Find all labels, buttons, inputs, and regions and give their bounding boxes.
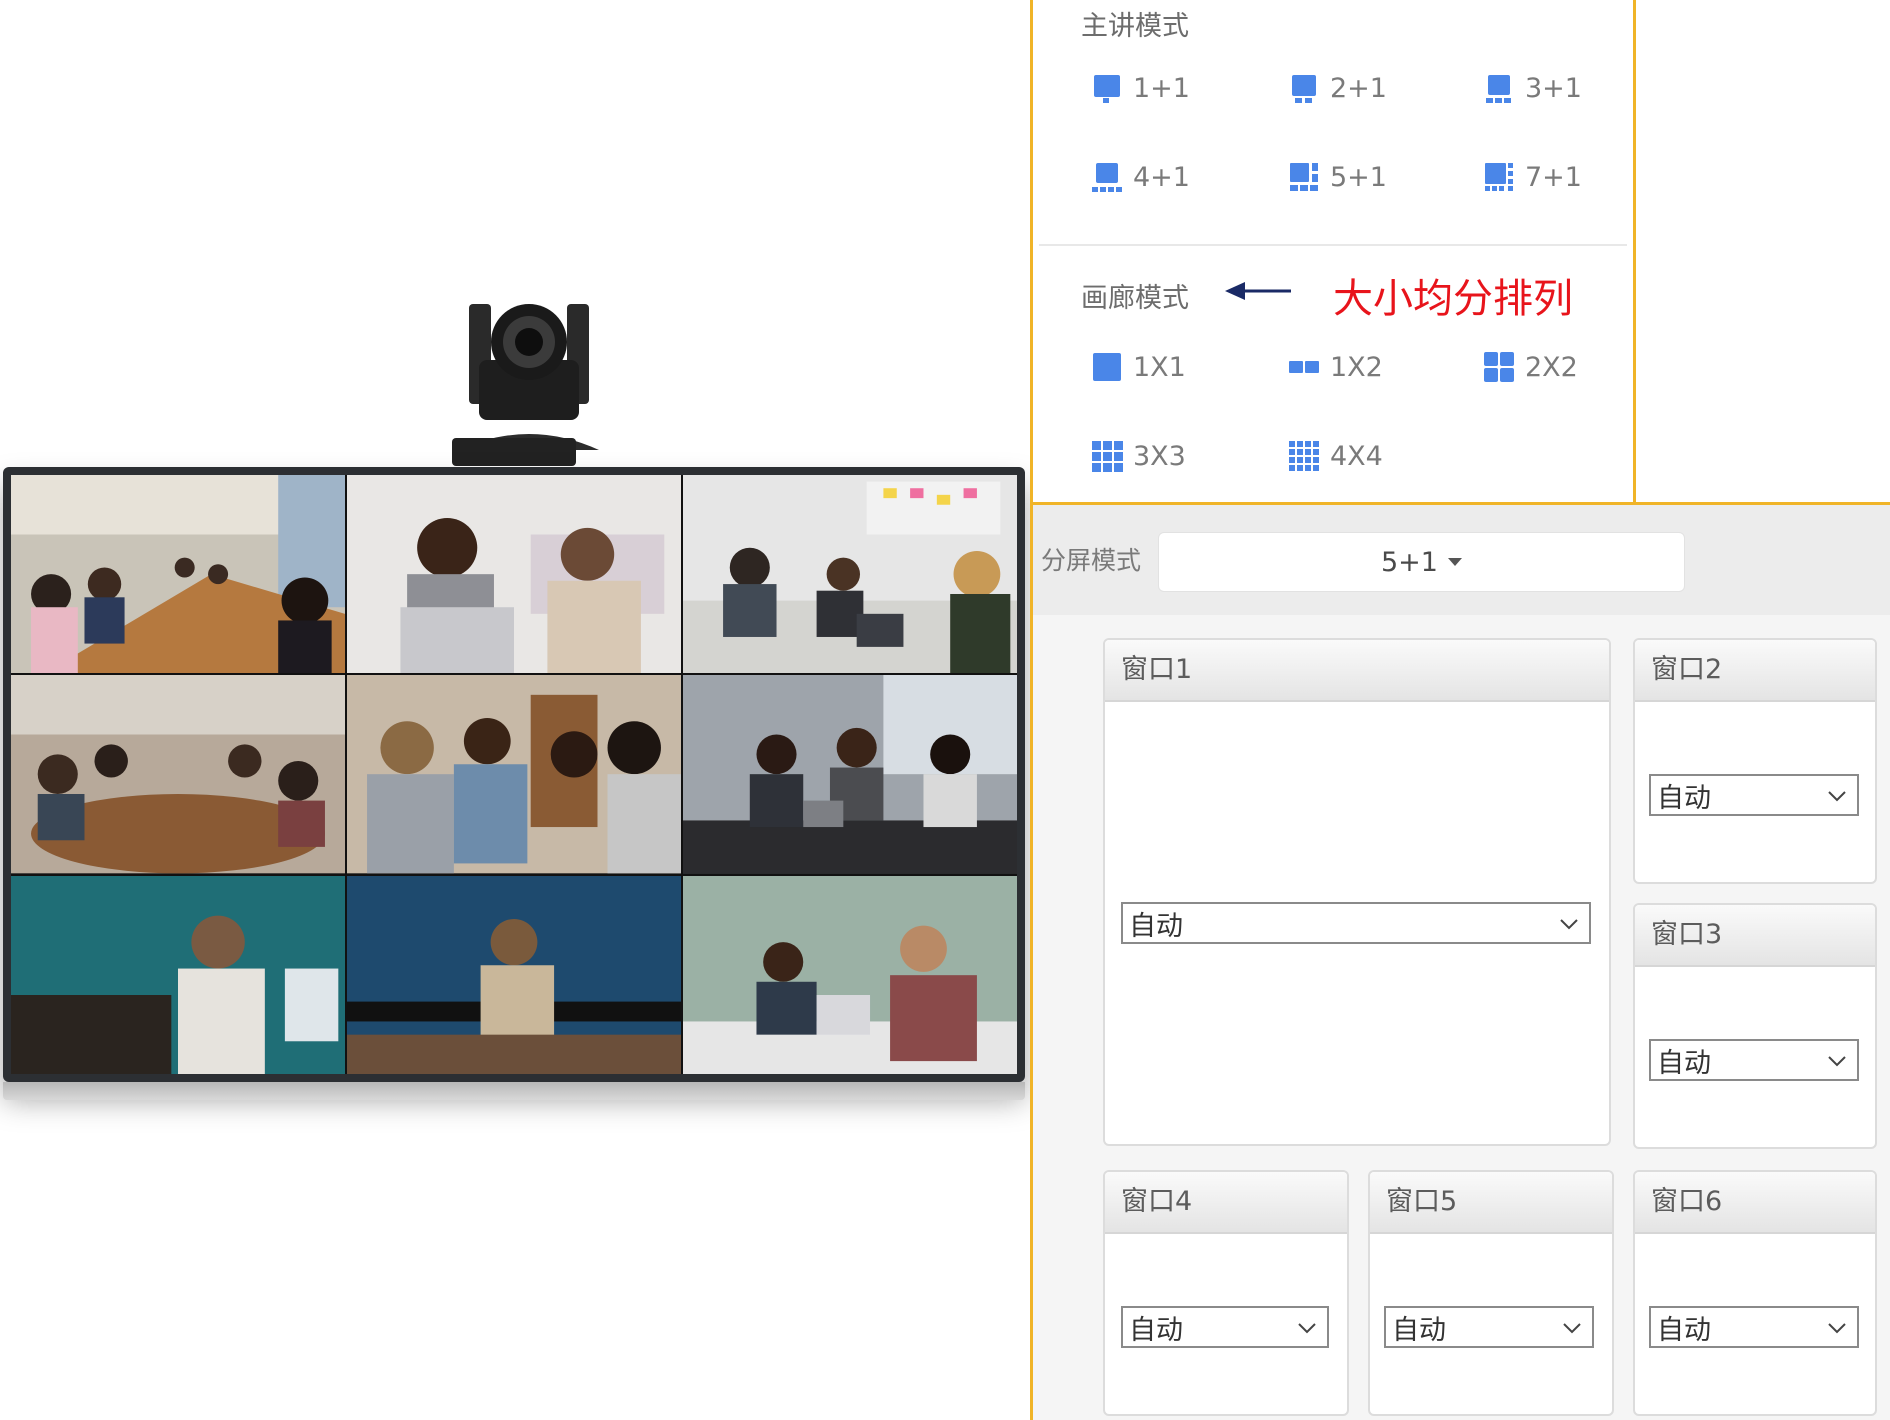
- presenter-option-1plus1[interactable]: 1+1: [1091, 72, 1190, 104]
- presenter-option-label: 4+1: [1133, 161, 1190, 193]
- window-title: 窗口3: [1635, 905, 1875, 967]
- window-3-source-select[interactable]: 自动: [1649, 1039, 1859, 1081]
- window-title: 窗口6: [1635, 1172, 1875, 1234]
- arrow-left-icon: [1223, 276, 1293, 306]
- window-source-value: 自动: [1129, 910, 1183, 942]
- presenter-option-label: 7+1: [1525, 161, 1582, 193]
- ptz-camera: [449, 300, 629, 470]
- window-source-value: 自动: [1657, 1314, 1711, 1346]
- window-2-source-select[interactable]: 自动: [1649, 774, 1859, 816]
- presenter-mode-title: 主讲模式: [1081, 11, 1189, 42]
- chevron-down-icon: [1828, 1056, 1846, 1067]
- window-2-panel: 窗口2 自动: [1633, 638, 1877, 884]
- video-tile-boardroom: [11, 475, 345, 674]
- window-5-source-select[interactable]: 自动: [1384, 1306, 1594, 1348]
- window-3-panel: 窗口3 自动: [1633, 903, 1877, 1149]
- chevron-down-icon: [1560, 919, 1578, 930]
- gallery-mode-title: 画廊模式: [1081, 283, 1189, 314]
- gallery-option-label: 4X4: [1330, 440, 1383, 472]
- chevron-down-icon: [1298, 1323, 1316, 1334]
- split-screen-label: 分屏模式: [1041, 546, 1142, 575]
- caret-down-icon: [1447, 558, 1462, 566]
- window-1-panel: 窗口1 自动: [1103, 638, 1611, 1146]
- gallery-option-label: 3X3: [1133, 440, 1186, 472]
- layout-4plus1-icon: [1092, 163, 1122, 192]
- presenter-option-label: 2+1: [1330, 72, 1387, 104]
- layout-7plus1-icon: [1485, 163, 1513, 191]
- layout-mode-panel: 主讲模式 1+1 2+1 3+1 4+1 5+1 7+1 画廊模式 大小均分排列…: [1030, 0, 1636, 505]
- gallery-option-2x2[interactable]: 2X2: [1483, 351, 1578, 383]
- window-4-panel: 窗口4 自动: [1103, 1170, 1349, 1416]
- gallery-option-label: 1X1: [1133, 351, 1186, 383]
- gallery-option-3x3[interactable]: 3X3: [1091, 440, 1186, 472]
- video-tile-speaker-teal: [11, 875, 345, 1074]
- video-tile-two-people-laptop: [347, 475, 681, 674]
- presenter-option-7plus1[interactable]: 7+1: [1483, 161, 1582, 193]
- window-source-value: 自动: [1129, 1314, 1183, 1346]
- presenter-option-label: 1+1: [1133, 72, 1190, 104]
- layout-3plus1-icon: [1486, 75, 1511, 103]
- window-title: 窗口2: [1635, 640, 1875, 702]
- window-6-source-select[interactable]: 自动: [1649, 1306, 1859, 1348]
- video-tile-two-men-laptop: [683, 875, 1017, 1074]
- presenter-option-4plus1[interactable]: 4+1: [1091, 161, 1190, 193]
- split-screen-panel: 分屏模式 5+1 窗口1 自动 窗口2 自动 窗口3 自动 窗口4 自动 窗口5…: [1030, 502, 1890, 1420]
- video-tile-speaker-blue: [347, 875, 681, 1074]
- grid-3x3-icon: [1092, 441, 1123, 472]
- grid-1x2-icon: [1289, 361, 1319, 373]
- window-4-source-select[interactable]: 自动: [1121, 1306, 1329, 1348]
- grid-2x2-icon: [1484, 352, 1514, 382]
- chevron-down-icon: [1828, 1323, 1846, 1334]
- section-divider: [1039, 244, 1627, 246]
- split-screen-header: 分屏模式 5+1: [1033, 505, 1890, 615]
- grid-4x4-icon: [1289, 441, 1319, 471]
- layout-5plus1-icon: [1290, 163, 1318, 191]
- window-source-value: 自动: [1657, 782, 1711, 814]
- presenter-option-3plus1[interactable]: 3+1: [1483, 72, 1582, 104]
- window-1-source-select[interactable]: 自动: [1121, 902, 1591, 944]
- window-title: 窗口5: [1370, 1172, 1612, 1234]
- gallery-option-label: 2X2: [1525, 351, 1578, 383]
- window-source-value: 自动: [1657, 1047, 1711, 1079]
- gallery-mode-note: 大小均分排列: [1333, 276, 1573, 322]
- gallery-option-1x1[interactable]: 1X1: [1091, 351, 1186, 383]
- window-5-panel: 窗口5 自动: [1368, 1170, 1614, 1416]
- chevron-down-icon: [1828, 791, 1846, 802]
- split-screen-value: 5+1: [1381, 546, 1438, 578]
- presenter-option-5plus1[interactable]: 5+1: [1288, 161, 1387, 193]
- window-title: 窗口4: [1105, 1172, 1347, 1234]
- split-screen-dropdown[interactable]: 5+1: [1158, 532, 1685, 592]
- video-tile-laptop-team: [683, 675, 1017, 874]
- presenter-option-label: 3+1: [1525, 72, 1582, 104]
- chevron-down-icon: [1563, 1323, 1581, 1334]
- layout-2plus1-icon: [1292, 75, 1316, 103]
- presenter-option-label: 5+1: [1330, 161, 1387, 193]
- window-title: 窗口1: [1105, 640, 1609, 702]
- display-monitor: [3, 467, 1025, 1100]
- gallery-option-1x2[interactable]: 1X2: [1288, 351, 1383, 383]
- grid-1x1-icon: [1093, 353, 1121, 381]
- monitor-bezel-bottom: [3, 1082, 1025, 1100]
- window-6-panel: 窗口6 自动: [1633, 1170, 1877, 1416]
- presenter-option-2plus1[interactable]: 2+1: [1288, 72, 1387, 104]
- gallery-option-4x4[interactable]: 4X4: [1288, 440, 1383, 472]
- video-tile-whiteboard-meeting: [683, 475, 1017, 674]
- video-tile-round-table: [11, 675, 345, 874]
- gallery-option-label: 1X2: [1330, 351, 1383, 383]
- layout-1plus1-icon: [1094, 75, 1120, 103]
- video-wall: [11, 475, 1017, 1074]
- window-source-value: 自动: [1392, 1314, 1446, 1346]
- video-tile-group-discussion: [347, 675, 681, 874]
